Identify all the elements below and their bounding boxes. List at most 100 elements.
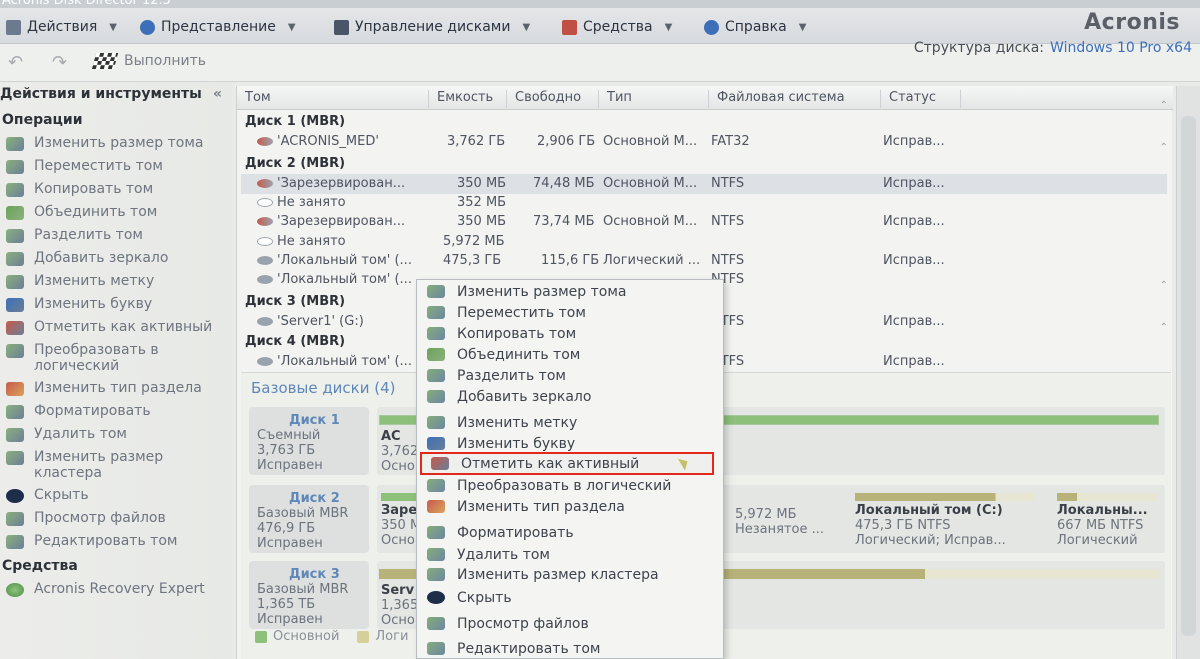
actions-panel: Действия и инструменты « Операции Измени… bbox=[0, 82, 232, 659]
op-browse-files[interactable]: Просмотр файлов bbox=[6, 510, 228, 526]
volumes-table-header: Том Емкость Свободно Тип Файловая систем… bbox=[237, 86, 1173, 110]
browse-icon bbox=[6, 512, 24, 526]
scrollbar-thumb[interactable] bbox=[1181, 116, 1196, 636]
vertical-scrollbar[interactable] bbox=[1176, 86, 1200, 659]
op-resize-volume[interactable]: Изменить размер тома bbox=[6, 135, 228, 151]
col-status[interactable]: Статус bbox=[881, 90, 961, 108]
table-row-selected[interactable]: 'Зарезервирован... 350 МБ 74,48 МБ Основ… bbox=[241, 174, 1167, 194]
collapse-icon[interactable]: « bbox=[213, 86, 222, 102]
collapse-chevron-icon[interactable]: ⌃ bbox=[1160, 100, 1168, 111]
collapse-chevron-icon[interactable]: ⌃ bbox=[1160, 322, 1168, 333]
copy-icon bbox=[6, 183, 24, 197]
format-icon bbox=[427, 526, 445, 539]
volume-icon bbox=[257, 217, 273, 226]
op-change-partition-type[interactable]: Изменить тип раздела bbox=[6, 380, 228, 396]
ctx-move-volume[interactable]: Переместить том bbox=[417, 302, 723, 323]
ctx-resize-volume[interactable]: Изменить размер тома bbox=[417, 281, 723, 302]
collapse-chevron-icon[interactable]: ⌃ bbox=[1160, 142, 1168, 153]
ctx-convert-logical[interactable]: Преобразовать в логический bbox=[417, 475, 723, 496]
label-icon bbox=[427, 416, 445, 429]
op-format[interactable]: Форматировать bbox=[6, 403, 228, 419]
chevron-down-icon: ▼ bbox=[287, 21, 296, 33]
ctx-change-partition-type[interactable]: Изменить тип раздела bbox=[417, 496, 723, 517]
col-volume[interactable]: Том bbox=[237, 90, 429, 108]
menu-help[interactable]: Справка ▼ bbox=[704, 16, 806, 38]
op-change-letter[interactable]: Изменить букву bbox=[6, 296, 228, 312]
ctx-hide[interactable]: Скрыть bbox=[417, 587, 723, 608]
ctx-edit-volume[interactable]: Редактировать том bbox=[417, 638, 723, 659]
ctx-change-label[interactable]: Изменить метку bbox=[417, 412, 723, 433]
col-filesystem[interactable]: Файловая система bbox=[709, 90, 881, 108]
op-change-label[interactable]: Изменить метку bbox=[6, 273, 228, 289]
chevron-down-icon: ▼ bbox=[109, 21, 117, 33]
actions-icon bbox=[6, 19, 21, 35]
op-delete-volume[interactable]: Удалить том bbox=[6, 426, 228, 442]
ctx-browse-files[interactable]: Просмотр файлов bbox=[417, 613, 723, 634]
ctx-copy-volume[interactable]: Копировать том bbox=[417, 323, 723, 344]
redo-icon[interactable]: ↷ bbox=[52, 52, 67, 73]
disk-2-card[interactable]: Диск 2 Базовый MBR 476,9 ГБ Исправен bbox=[249, 485, 369, 553]
partition-type-icon bbox=[427, 500, 445, 513]
tool-recovery-expert[interactable]: Acronis Recovery Expert bbox=[6, 581, 228, 597]
partition-logical-cell[interactable]: Локальны... 667 МБ NTFS Логический bbox=[1057, 493, 1163, 548]
ctx-change-letter[interactable]: Изменить букву bbox=[417, 433, 723, 454]
disk-1-header[interactable]: Диск 1 (MBR) bbox=[245, 114, 345, 129]
op-set-active[interactable]: Отметить как активный bbox=[6, 319, 228, 335]
op-change-cluster-size[interactable]: Изменить размер кластера bbox=[6, 449, 228, 481]
legend: Основной Логи bbox=[255, 629, 408, 644]
move-icon bbox=[427, 306, 445, 319]
op-split-volume[interactable]: Разделить том bbox=[6, 227, 228, 243]
undo-icon[interactable]: ↶ bbox=[8, 52, 23, 73]
unallocated-icon bbox=[257, 198, 273, 207]
hide-icon bbox=[427, 591, 445, 604]
partition-c-cell[interactable]: Локальный том (C:) 475,3 ГБ NTFS Логичес… bbox=[855, 493, 1045, 548]
disk-manage-icon bbox=[334, 19, 349, 35]
col-free[interactable]: Свободно bbox=[507, 90, 599, 108]
col-capacity[interactable]: Емкость bbox=[429, 90, 507, 108]
op-copy-volume[interactable]: Копировать том bbox=[6, 181, 228, 197]
collapse-chevron-icon[interactable]: ⌃ bbox=[1160, 280, 1168, 291]
table-row[interactable]: 'Локальный том' (... 475,3 ГБ 115,6 ГБ Л… bbox=[241, 251, 1167, 271]
disk-structure-link[interactable]: Windows 10 Pro x64 bbox=[1050, 40, 1192, 56]
table-row[interactable]: Не занято 5,972 МБ bbox=[241, 232, 1167, 252]
basic-disks-title[interactable]: Базовые диски (4) bbox=[251, 379, 396, 397]
convert-icon bbox=[427, 479, 445, 492]
menu-disk-management[interactable]: Управление дисками ▼ bbox=[334, 16, 530, 38]
op-move-volume[interactable]: Переместить том bbox=[6, 158, 228, 174]
op-convert-logical[interactable]: Преобразовать в логический bbox=[6, 342, 228, 374]
ctx-change-cluster-size[interactable]: Изменить размер кластера bbox=[417, 564, 723, 585]
ctx-set-active[interactable]: Отметить как активный bbox=[420, 452, 714, 475]
ctx-add-mirror[interactable]: Добавить зеркало bbox=[417, 386, 723, 407]
edit-icon bbox=[6, 535, 24, 549]
op-edit-volume[interactable]: Редактировать том bbox=[6, 533, 228, 549]
disk-1-card[interactable]: Диск 1 Съемный 3,763 ГБ Исправен bbox=[249, 407, 369, 475]
table-row[interactable]: 'Зарезервирован... 350 МБ 73,74 МБ Основ… bbox=[241, 212, 1167, 232]
partition-cell[interactable]: AC 3,762 Осно bbox=[381, 429, 418, 474]
letter-icon bbox=[427, 437, 445, 450]
disk-3-header[interactable]: Диск 3 (MBR) bbox=[245, 294, 345, 309]
mouse-cursor-icon bbox=[677, 455, 692, 471]
table-row[interactable]: 'ACRONIS_MED' 3,762 ГБ 2,906 ГБ Основной… bbox=[241, 132, 1167, 152]
op-merge-volume[interactable]: Объединить том bbox=[6, 204, 228, 220]
menu-view[interactable]: Представление ▼ bbox=[140, 16, 296, 38]
ctx-merge-volume[interactable]: Объединить том bbox=[417, 344, 723, 365]
flag-icon bbox=[6, 321, 24, 335]
col-type[interactable]: Тип bbox=[599, 90, 709, 108]
ctx-split-volume[interactable]: Разделить том bbox=[417, 365, 723, 386]
ctx-format[interactable]: Форматировать bbox=[417, 522, 723, 543]
disk-4-header[interactable]: Диск 4 (MBR) bbox=[245, 334, 345, 349]
op-hide[interactable]: Скрыть bbox=[6, 487, 228, 503]
disk-2-header[interactable]: Диск 2 (MBR) bbox=[245, 156, 345, 171]
menu-tools[interactable]: Средства ▼ bbox=[562, 16, 672, 38]
disk-3-card[interactable]: Диск 3 Базовый MBR 1,365 ТБ Исправен bbox=[249, 561, 369, 629]
volume-icon bbox=[257, 317, 273, 326]
menu-actions[interactable]: Действия ▼ bbox=[6, 16, 117, 38]
ctx-delete-volume[interactable]: Удалить том bbox=[417, 544, 723, 565]
partition-cell[interactable]: Serv 1,365 Осно bbox=[381, 583, 418, 628]
table-row[interactable]: Не занято 352 МБ bbox=[241, 193, 1167, 213]
merge-icon bbox=[6, 206, 24, 220]
actions-panel-header: Действия и инструменты « bbox=[0, 86, 222, 102]
unallocated-cell[interactable]: 5,972 МБ Незанятое ... bbox=[735, 507, 824, 537]
op-add-mirror[interactable]: Добавить зеркало bbox=[6, 250, 228, 266]
execute-button[interactable]: Выполнить bbox=[91, 53, 206, 69]
